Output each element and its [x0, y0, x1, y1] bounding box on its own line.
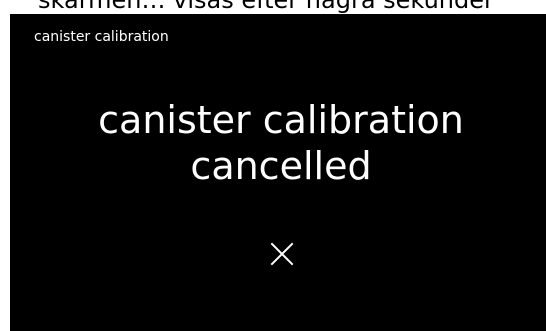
status-message-line-2: cancelled: [190, 144, 372, 188]
cropped-caption-strip: skärmen… visas efter nagra sekunder: [0, 0, 546, 14]
cropped-caption-text: skärmen… visas efter nagra sekunder: [38, 0, 494, 14]
status-message-line-1: canister calibration: [98, 98, 464, 142]
status-message: canister calibration cancelled: [10, 97, 546, 189]
device-screen: canister calibration canister calibratio…: [10, 14, 546, 331]
close-button[interactable]: [268, 240, 296, 268]
close-icon: [270, 242, 294, 266]
page: skärmen… visas efter nagra sekunder cani…: [0, 0, 546, 331]
screen-title: canister calibration: [34, 29, 169, 45]
